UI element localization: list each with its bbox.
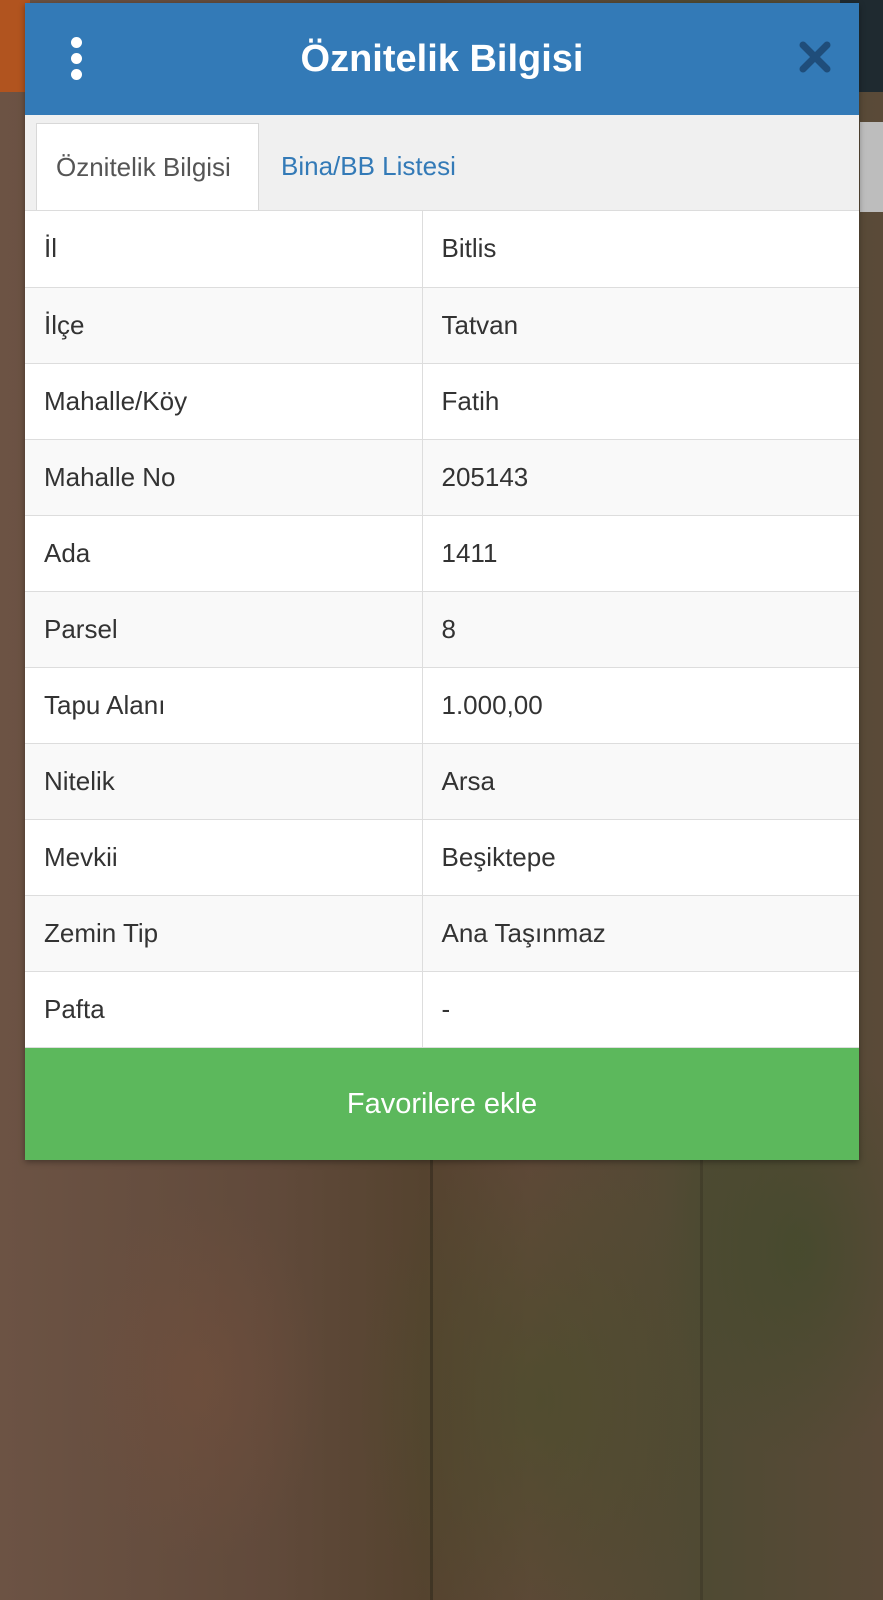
attribute-label: Zemin Tip	[25, 895, 423, 972]
table-row: Mahalle No 205143	[25, 439, 859, 516]
map-field-boundary	[700, 1160, 703, 1600]
dialog-title: Öznitelik Bilgisi	[300, 38, 584, 80]
attribute-info-dialog: Öznitelik Bilgisi Öznitelik Bilgisi Bina…	[25, 3, 859, 1160]
table-row: Nitelik Arsa	[25, 743, 859, 820]
attribute-table: İl Bitlis İlçe Tatvan Mahalle/Köy Fatih Mahall…	[25, 211, 859, 1048]
table-row: Pafta -	[25, 971, 859, 1048]
map-field-boundary	[430, 1160, 433, 1600]
attribute-value: 8	[422, 591, 859, 668]
attribute-value: Arsa	[422, 743, 859, 820]
table-row: Parsel 8	[25, 591, 859, 668]
attribute-value: Fatih	[422, 363, 859, 440]
attribute-value: Ana Taşınmaz	[422, 895, 859, 972]
close-icon[interactable]	[797, 39, 833, 75]
attribute-label: İl	[25, 211, 423, 288]
attribute-label: Ada	[25, 515, 423, 592]
table-row: Ada 1411	[25, 515, 859, 592]
table-row: İl Bitlis	[25, 211, 859, 288]
attribute-label: Mevkii	[25, 819, 423, 896]
attribute-label: Parsel	[25, 591, 423, 668]
attribute-value: Tatvan	[422, 287, 859, 364]
table-row: İlçe Tatvan	[25, 287, 859, 364]
attribute-label: Nitelik	[25, 743, 423, 820]
attribute-value: Bitlis	[422, 211, 859, 288]
attribute-label: Mahalle/Köy	[25, 363, 423, 440]
attribute-value: -	[422, 971, 859, 1048]
dialog-header: Öznitelik Bilgisi	[25, 3, 859, 115]
attribute-label: Tapu Alanı	[25, 667, 423, 744]
attribute-value: 1.000,00	[422, 667, 859, 744]
tab-bar: Öznitelik Bilgisi Bina/BB Listesi	[25, 115, 859, 211]
attribute-label: İlçe	[25, 287, 423, 364]
tab-attribute-info[interactable]: Öznitelik Bilgisi	[36, 123, 259, 210]
add-to-favorites-button[interactable]: Favorilere ekle	[25, 1048, 859, 1160]
table-row: Mevkii Beşiktepe	[25, 819, 859, 896]
table-row: Tapu Alanı 1.000,00	[25, 667, 859, 744]
scrollbar-handle[interactable]	[860, 122, 883, 212]
attribute-value: 1411	[422, 515, 859, 592]
tab-building-list[interactable]: Bina/BB Listesi	[262, 123, 475, 210]
attribute-label: Mahalle No	[25, 439, 423, 516]
attribute-label: Pafta	[25, 971, 423, 1048]
table-row: Mahalle/Köy Fatih	[25, 363, 859, 440]
table-row: Zemin Tip Ana Taşınmaz	[25, 895, 859, 972]
attribute-value: Beşiktepe	[422, 819, 859, 896]
attribute-value: 205143	[422, 439, 859, 516]
